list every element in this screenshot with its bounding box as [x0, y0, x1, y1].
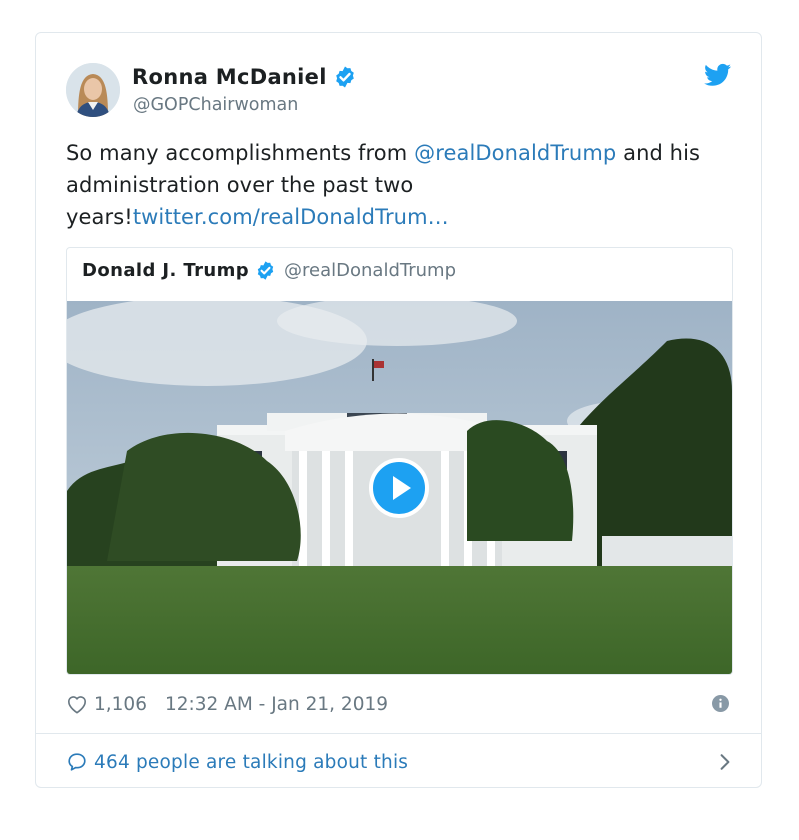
- author-handle[interactable]: @GOPChairwoman: [133, 95, 298, 115]
- twitter-bird-icon[interactable]: [704, 63, 731, 87]
- tweet-text: So many accomplishments from @realDonald…: [66, 137, 734, 233]
- author-name[interactable]: Ronna McDaniel: [132, 65, 357, 89]
- tweet-header: Ronna McDaniel @GOPChairwoman: [66, 63, 731, 119]
- like-count[interactable]: 1,106: [94, 694, 147, 715]
- speech-bubble-icon: [68, 753, 86, 771]
- conversation-link[interactable]: 464 people are talking about this: [66, 747, 734, 777]
- play-button[interactable]: [369, 458, 429, 518]
- verified-badge-icon: [335, 66, 354, 88]
- tweet-timestamp[interactable]: 12:32 AM - Jan 21, 2019: [165, 694, 388, 715]
- heart-icon[interactable]: [66, 694, 88, 714]
- mention-link[interactable]: @realDonaldTrump: [414, 141, 616, 165]
- quoted-tweet-header: Donald J. Trump @realDonaldTrump: [82, 260, 456, 281]
- video-thumbnail[interactable]: [67, 296, 732, 674]
- divider: [36, 733, 761, 734]
- embedded-tweet-card: Ronna McDaniel @GOPChairwoman So many ac…: [35, 32, 762, 788]
- tweet-meta: 1,106 12:32 AM - Jan 21, 2019: [66, 689, 734, 719]
- quoted-author-handle[interactable]: @realDonaldTrump: [284, 260, 456, 281]
- chevron-right-icon: [720, 754, 730, 770]
- tweet-text-prefix: So many accomplishments from: [66, 141, 415, 165]
- author-avatar[interactable]: [66, 63, 120, 117]
- info-icon[interactable]: [712, 695, 729, 712]
- conversation-count-text: 464 people are talking about this: [94, 751, 409, 773]
- verified-badge-icon: [257, 261, 274, 280]
- tweet-url-link[interactable]: twitter.com/realDonaldTrum…: [133, 205, 449, 229]
- quoted-tweet[interactable]: Donald J. Trump @realDonaldTrump: [66, 247, 733, 675]
- play-icon: [369, 458, 429, 518]
- quoted-author-name[interactable]: Donald J. Trump: [82, 260, 249, 281]
- author-name-text: Ronna McDaniel: [132, 65, 327, 89]
